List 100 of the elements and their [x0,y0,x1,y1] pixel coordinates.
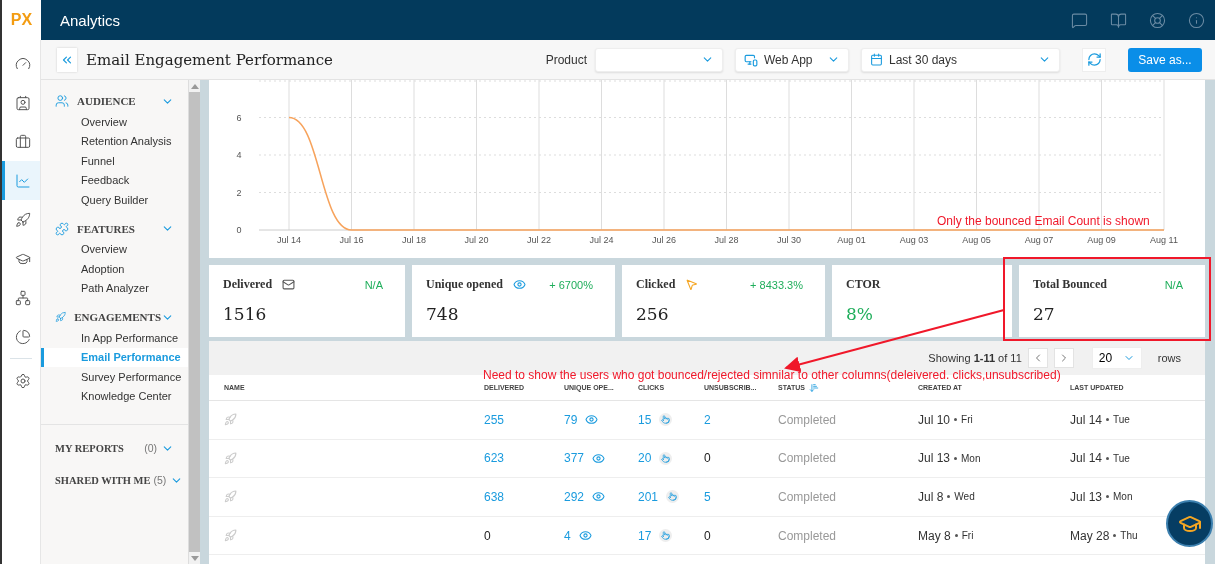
sidebar-item[interactable]: Path Analyzer [41,278,188,298]
sidebar-item[interactable]: Query Builder [41,190,188,210]
scrollbar-thumb[interactable] [189,92,200,552]
metric-change: N/A [364,278,384,291]
status-text: Completed [777,451,838,466]
previous-page-button[interactable] [1027,348,1048,368]
chat-icon[interactable] [1071,11,1088,29]
contact-card-icon [14,94,31,111]
date-text: May 8 [918,528,951,543]
gauge-icon [14,55,31,72]
sidebar-item[interactable]: Knowledge Center [41,386,188,406]
showing-count: Showing 1-11 of 11 [928,352,1022,364]
sidebar-item[interactable]: Funnel [41,151,188,171]
weekday-text: Mon [1113,491,1133,503]
metric-label: Clicked [636,277,676,292]
sidebar-item[interactable]: Feedback [41,170,188,190]
mail-icon [282,278,296,291]
axis-label: Aug 01 [837,235,866,245]
status-text: Completed [777,412,838,427]
pointer-icon [659,529,673,543]
refresh-icon [1086,52,1102,67]
axis-label: 2 [236,187,242,198]
sidebar-item[interactable]: Adoption [41,259,188,279]
report-count: (5) [153,474,168,486]
lifebuoy-icon[interactable] [1149,11,1166,29]
refresh-button[interactable] [1082,47,1106,72]
puzzle-icon [55,221,69,236]
sidebar-item[interactable]: Overview [41,239,188,259]
weekday-text: Tue [1113,452,1130,464]
users-icon [55,94,69,108]
weekday-text: Thu [1120,530,1138,542]
calendar-icon [870,53,883,66]
scroll-up-button[interactable] [189,80,201,92]
weekday-text: Tue [1113,414,1130,426]
reports-title[interactable]: SHARED WITH ME [55,474,151,486]
date-text: May 28 [1070,528,1110,543]
metric-change: N/A [1164,278,1184,291]
next-page-button[interactable] [1053,348,1074,368]
page-size-select[interactable]: 20 [1091,347,1142,369]
book-icon[interactable] [1110,11,1127,29]
weekday-text: Fri [961,530,974,542]
section-title[interactable]: FEATURES [77,222,161,235]
date-text: Jul 14 [1070,412,1103,427]
sidebar-item[interactable]: Survey Performance [41,367,188,387]
sidebar-item[interactable]: In App Performance [41,328,188,348]
date-text: Jul 13 [918,451,951,466]
pointer-icon [666,490,680,504]
sort-icon[interactable] [808,382,819,393]
platform-select[interactable]: Web App [735,47,849,72]
axis-label: Jul 22 [527,235,551,245]
metric-label: CTOR [846,277,881,292]
axis-label: Jul 26 [652,235,676,245]
eye-icon [592,451,606,465]
axis-label: Aug 09 [1087,235,1116,245]
scroll-down-button[interactable] [189,552,201,564]
rocket-icon [55,310,67,324]
metric-label: Delivered [223,277,273,292]
info-icon[interactable] [1188,11,1205,29]
rocket-icon [14,211,31,228]
axis-label: Aug 11 [1150,235,1178,245]
pie-chart-icon [14,328,31,345]
axis-label: Aug 05 [962,235,991,245]
status-text: Completed [777,490,838,504]
axis-label: Jul 30 [777,235,801,245]
rocket-icon [224,413,237,427]
table-cell: 0 [704,528,711,543]
date-text: Jul 8 [918,490,944,504]
sidebar-item[interactable]: Overview [41,112,188,132]
product-label: Product [545,52,587,67]
weekday-text: Wed [954,491,975,503]
rocket-icon [224,490,237,504]
date-text: Jul 14 [1070,451,1103,466]
axis-label: Jul 28 [714,235,739,245]
sidebar-item[interactable]: Retention Analysis [41,131,188,151]
date-text: Jul 10 [918,412,951,427]
devices-icon [744,52,758,67]
eye-icon [513,278,527,291]
rocket-icon [224,451,237,465]
date-range-select[interactable]: Last 30 days [861,47,1060,72]
axis-label: Jul 24 [589,235,614,245]
metric-value: 256 [636,304,670,324]
section-title[interactable]: AUDIENCE [77,95,161,107]
eye-icon [578,529,592,543]
app-title: Analytics [60,11,122,29]
metric-value: 8% [846,304,874,324]
weekday-text: Mon [961,452,981,464]
annotation-note: Only the bounced Email Count is shown [937,214,1150,228]
eye-icon [592,490,606,504]
metric-value: 27 [1033,304,1056,324]
section-title[interactable]: ENGAGEMENTS [74,311,161,323]
page-title: Email Engagement Performance [86,50,334,69]
settings-icon [14,372,31,389]
metric-value: 748 [426,304,460,324]
weekday-text: Fri [961,414,973,426]
rocket-icon [224,529,237,543]
collapse-button[interactable] [57,47,77,72]
rows-label: rows [1157,352,1181,364]
reports-title[interactable]: MY REPORTS [55,442,124,454]
nav-item[interactable] [2,161,40,200]
metric-value: 1516 [223,304,268,324]
